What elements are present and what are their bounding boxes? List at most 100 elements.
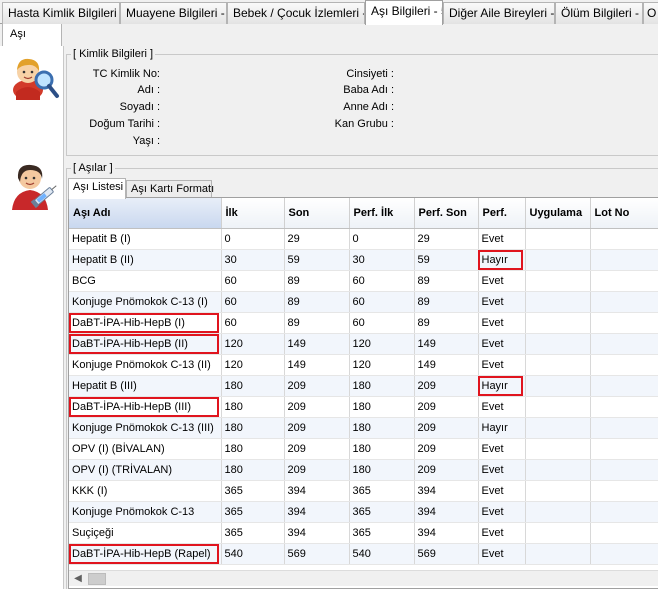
tab-diger-aile[interactable]: Diğer Aile Bireyleri - 6: [443, 2, 555, 24]
tab-bebek-cocuk[interactable]: Bebek / Çocuk İzlemleri - 4: [227, 2, 365, 24]
cell-perf-ilk[interactable]: 120: [349, 354, 415, 376]
horizontal-scrollbar[interactable]: ◀: [69, 570, 658, 586]
col-header-lot-no[interactable]: Lot No: [590, 198, 658, 229]
table-row[interactable]: Hepatit B (II) 30 59 30 59 Hayır: [69, 249, 658, 271]
cell-asi-adi[interactable]: BCG: [69, 270, 222, 292]
cell-ilk[interactable]: 540: [221, 543, 285, 565]
tab-asi-karti-formati[interactable]: Aşı Kartı Formatı: [126, 180, 214, 198]
cell-perf-son[interactable]: 394: [414, 522, 479, 544]
cell-asi-adi[interactable]: Hepatit B (III): [69, 375, 222, 397]
table-row[interactable]: KKK (I) 365 394 365 394 Evet: [69, 480, 658, 502]
table-row[interactable]: Suçiçeği 365 394 365 394 Evet: [69, 522, 658, 544]
cell-uygulama[interactable]: [525, 291, 591, 313]
tab-olum[interactable]: Ölüm Bilgileri - 7: [555, 2, 643, 24]
cell-lot-no[interactable]: [590, 522, 658, 544]
table-row[interactable]: Konjuge Pnömokok C-13 (I) 60 89 60 89 Evet: [69, 291, 658, 313]
cell-asi-adi[interactable]: OPV (I) (BİVALAN): [69, 438, 222, 460]
cell-uygulama[interactable]: [525, 270, 591, 292]
tab-asi-listesi[interactable]: Aşı Listesi: [68, 178, 126, 199]
cell-perf-ilk[interactable]: 180: [349, 417, 415, 439]
cell-lot-no[interactable]: [590, 228, 658, 250]
cell-lot-no[interactable]: [590, 459, 658, 481]
cell-perf-ilk[interactable]: 120: [349, 333, 415, 355]
table-row[interactable]: Konjuge Pnömokok C-13 365 394 365 394 Evet: [69, 501, 658, 523]
table-row[interactable]: Konjuge Pnömokok C-13 (III) 180 209 180 209 H…: [69, 417, 658, 439]
cell-perf[interactable]: Hayır: [478, 417, 526, 439]
cell-asi-adi[interactable]: Konjuge Pnömokok C-13 (I): [69, 291, 222, 313]
cell-ilk[interactable]: 60: [221, 312, 285, 334]
cell-perf-son[interactable]: 209: [414, 396, 479, 418]
cell-asi-adi[interactable]: Hepatit B (II): [69, 249, 222, 271]
cell-perf-son[interactable]: 59: [414, 249, 479, 271]
cell-son[interactable]: 209: [284, 396, 350, 418]
cell-lot-no[interactable]: [590, 312, 658, 334]
cell-asi-adi[interactable]: DaBT-İPA-Hib-HepB (I): [69, 312, 222, 334]
cell-perf-ilk[interactable]: 540: [349, 543, 415, 565]
cell-uygulama[interactable]: [525, 333, 591, 355]
col-header-ilk[interactable]: İlk: [221, 198, 285, 229]
cell-perf[interactable]: Evet: [478, 459, 526, 481]
cell-ilk[interactable]: 365: [221, 480, 285, 502]
cell-perf-ilk[interactable]: 180: [349, 459, 415, 481]
cell-ilk[interactable]: 180: [221, 417, 285, 439]
cell-perf-ilk[interactable]: 0: [349, 228, 415, 250]
cell-perf-son[interactable]: 569: [414, 543, 479, 565]
table-row[interactable]: DaBT-İPA-Hib-HepB (III) 180 209 180 209 Evet: [69, 396, 658, 418]
cell-uygulama[interactable]: [525, 312, 591, 334]
cell-perf-ilk[interactable]: 365: [349, 522, 415, 544]
cell-ilk[interactable]: 365: [221, 522, 285, 544]
cell-son[interactable]: 209: [284, 417, 350, 439]
cell-perf-son[interactable]: 89: [414, 270, 479, 292]
cell-uygulama[interactable]: [525, 459, 591, 481]
col-header-son[interactable]: Son: [284, 198, 350, 229]
cell-asi-adi[interactable]: Hepatit B (I): [69, 228, 222, 250]
cell-perf-ilk[interactable]: 180: [349, 375, 415, 397]
cell-lot-no[interactable]: [590, 501, 658, 523]
cell-ilk[interactable]: 120: [221, 333, 285, 355]
table-row[interactable]: Hepatit B (I) 0 29 0 29 Evet: [69, 228, 658, 250]
cell-lot-no[interactable]: [590, 438, 658, 460]
table-row[interactable]: DaBT-İPA-Hib-HepB (Rapel) 540 569 540 569 Eve…: [69, 543, 658, 565]
cell-uygulama[interactable]: [525, 501, 591, 523]
cell-perf[interactable]: Evet: [478, 354, 526, 376]
table-row[interactable]: DaBT-İPA-Hib-HepB (II) 120 149 120 149 Evet: [69, 333, 658, 355]
cell-perf-son[interactable]: 89: [414, 291, 479, 313]
cell-son[interactable]: 394: [284, 522, 350, 544]
cell-son[interactable]: 394: [284, 480, 350, 502]
sub-tab-asi-bilgileri[interactable]: Aşı Bilgileri: [2, 24, 62, 60]
cell-perf[interactable]: Evet: [478, 522, 526, 544]
cell-perf-ilk[interactable]: 365: [349, 480, 415, 502]
cell-lot-no[interactable]: [590, 333, 658, 355]
cell-perf[interactable]: Evet: [478, 543, 526, 565]
cell-son[interactable]: 209: [284, 375, 350, 397]
cell-ilk[interactable]: 180: [221, 396, 285, 418]
cell-ilk[interactable]: 180: [221, 438, 285, 460]
cell-perf[interactable]: Evet: [478, 270, 526, 292]
cell-asi-adi[interactable]: Konjuge Pnömokok C-13 (II): [69, 354, 222, 376]
cell-asi-adi[interactable]: KKK (I): [69, 480, 222, 502]
cell-perf-son[interactable]: 89: [414, 312, 479, 334]
cell-perf-son[interactable]: 209: [414, 417, 479, 439]
col-header-uygulama[interactable]: Uygulama: [525, 198, 591, 229]
cell-lot-no[interactable]: [590, 396, 658, 418]
cell-perf-ilk[interactable]: 60: [349, 291, 415, 313]
table-row[interactable]: BCG 60 89 60 89 Evet: [69, 270, 658, 292]
tab-hasta-kimlik[interactable]: Hasta Kimlik Bilgileri - 1: [2, 2, 120, 24]
col-header-perf[interactable]: Perf.: [478, 198, 526, 229]
cell-lot-no[interactable]: [590, 480, 658, 502]
table-row[interactable]: OPV (I) (TRİVALAN) 180 209 180 209 Evet: [69, 459, 658, 481]
cell-perf[interactable]: Evet: [478, 312, 526, 334]
cell-perf-son[interactable]: 209: [414, 459, 479, 481]
cell-perf-ilk[interactable]: 365: [349, 501, 415, 523]
table-row[interactable]: DaBT-İPA-Hib-HepB (I) 60 89 60 89 Evet: [69, 312, 658, 334]
cell-son[interactable]: 89: [284, 270, 350, 292]
cell-ilk[interactable]: 60: [221, 270, 285, 292]
chevron-left-icon[interactable]: ◀: [71, 572, 85, 586]
cell-son[interactable]: 89: [284, 312, 350, 334]
cell-perf[interactable]: Evet: [478, 501, 526, 523]
cell-perf[interactable]: Hayır: [478, 375, 526, 397]
col-header-perf-son[interactable]: Perf. Son: [414, 198, 479, 229]
cell-lot-no[interactable]: [590, 354, 658, 376]
cell-ilk[interactable]: 60: [221, 291, 285, 313]
cell-ilk[interactable]: 0: [221, 228, 285, 250]
